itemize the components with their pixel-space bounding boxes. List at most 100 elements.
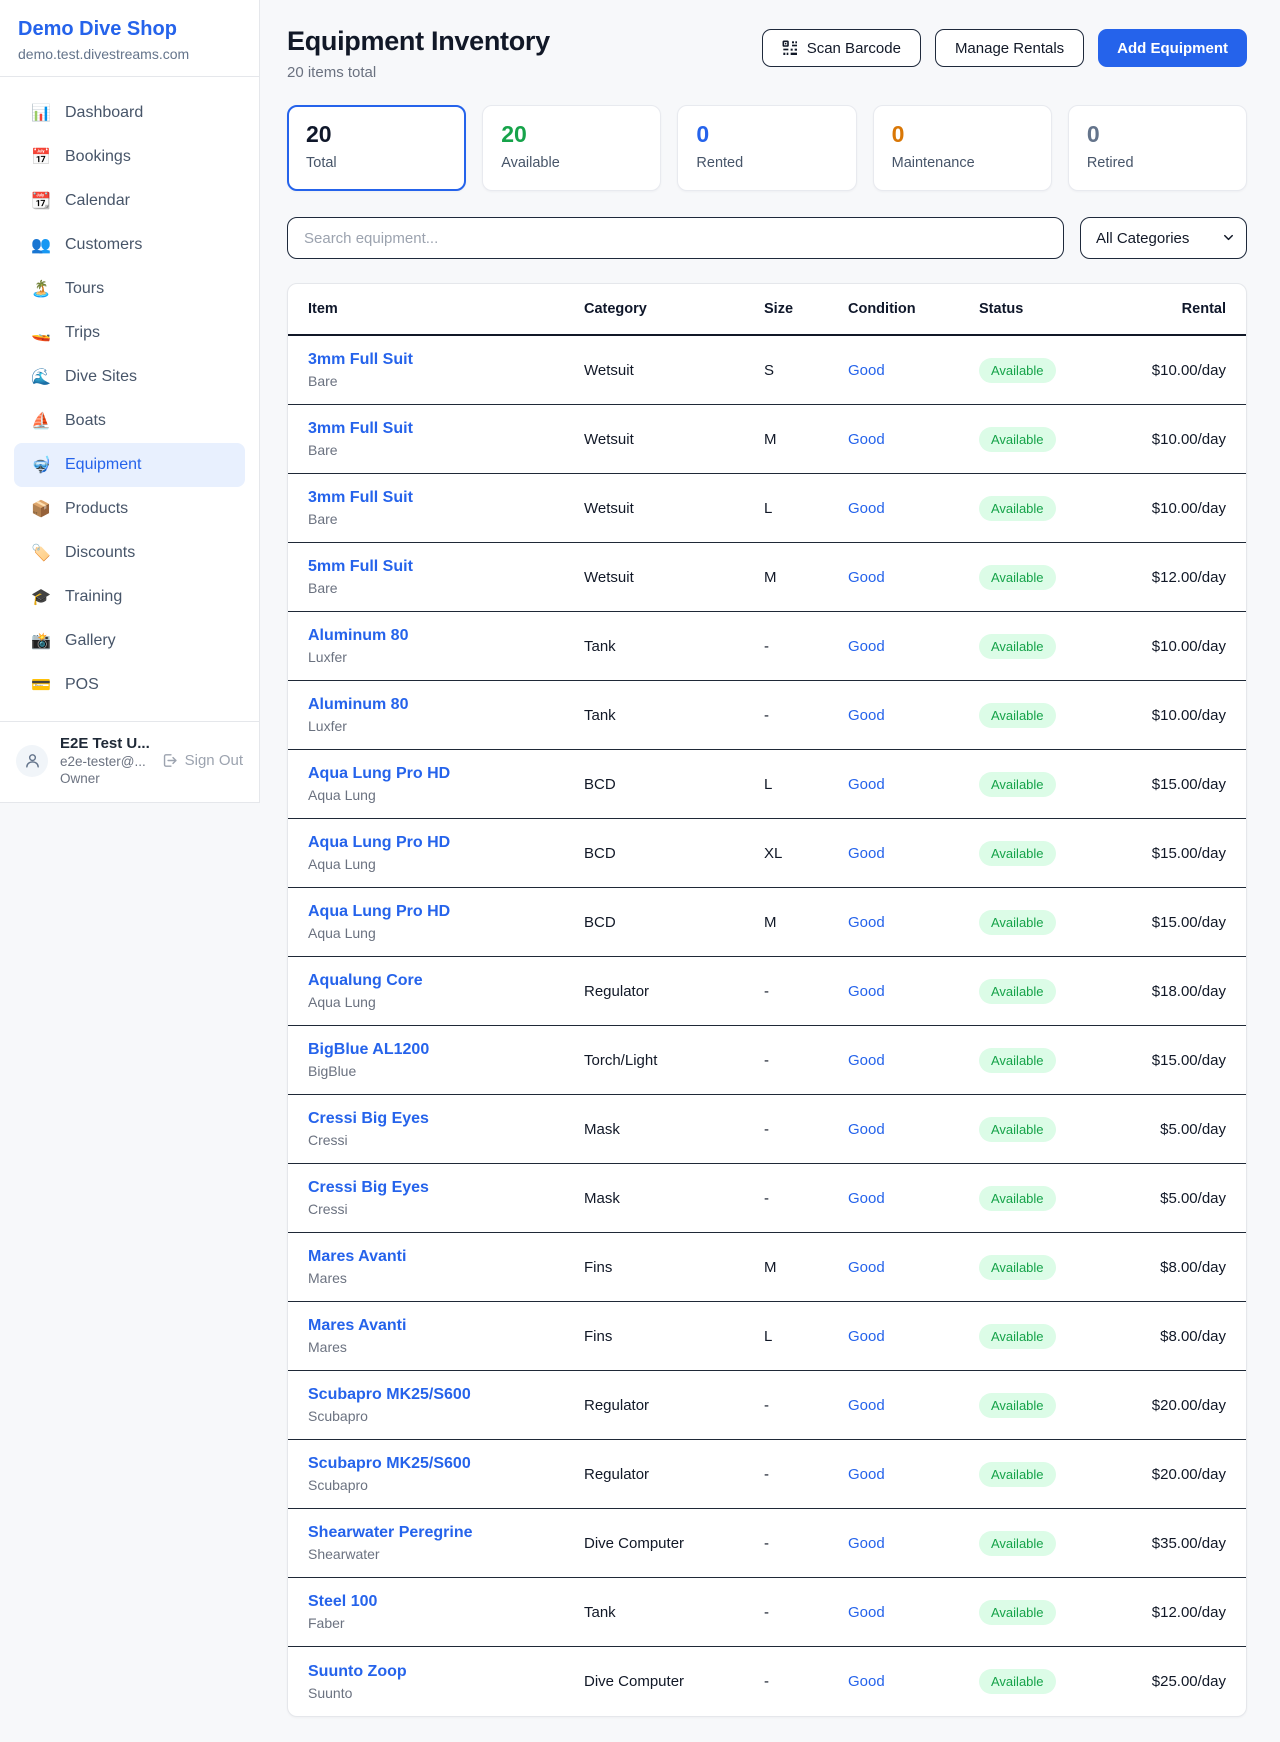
condition-link[interactable]: Good	[848, 1604, 885, 1621]
table-row[interactable]: 3mm Full SuitBareWetsuitSGoodAvailable$1…	[288, 336, 1246, 405]
table-row[interactable]: Suunto ZoopSuuntoDive Computer-GoodAvail…	[288, 1647, 1246, 1716]
sidebar-item-training[interactable]: 🎓 Training	[14, 575, 245, 619]
condition-link[interactable]: Good	[848, 845, 885, 862]
rental-cell: $12.00/day	[1086, 569, 1226, 586]
sidebar-item-dashboard[interactable]: 📊Dashboard	[14, 91, 245, 135]
column-header-condition: Condition	[848, 301, 979, 317]
package-icon: 📦	[30, 499, 52, 519]
condition-link[interactable]: Good	[848, 1052, 885, 1069]
sidebar-item-trips[interactable]: 🚤Trips	[14, 311, 245, 355]
item-link[interactable]: 5mm Full Suit	[308, 558, 413, 575]
stat-card-available[interactable]: 20Available	[482, 105, 661, 191]
sidebar-item-tours[interactable]: 🏝️Tours	[14, 267, 245, 311]
search-input[interactable]	[287, 217, 1064, 259]
item-link[interactable]: 3mm Full Suit	[308, 420, 413, 437]
sidebar-item-dive-sites[interactable]: 🌊Dive Sites	[14, 355, 245, 399]
condition-link[interactable]: Good	[848, 1535, 885, 1552]
stat-card-retired[interactable]: 0Retired	[1068, 105, 1247, 191]
scan-barcode-button[interactable]: Scan Barcode	[762, 29, 921, 67]
page-title: Equipment Inventory	[287, 26, 550, 57]
item-link[interactable]: Aluminum 80	[308, 696, 408, 713]
category-cell: Wetsuit	[584, 362, 764, 379]
item-link[interactable]: Aqualung Core	[308, 972, 423, 989]
category-select[interactable]: All Categories	[1080, 217, 1247, 259]
table-row[interactable]: Mares AvantiMaresFinsMGoodAvailable$8.00…	[288, 1233, 1246, 1302]
add-equipment-button[interactable]: Add Equipment	[1098, 29, 1247, 67]
item-link[interactable]: 3mm Full Suit	[308, 489, 413, 506]
item-link[interactable]: Scubapro MK25/S600	[308, 1386, 471, 1403]
table-row[interactable]: Aqua Lung Pro HDAqua LungBCDMGoodAvailab…	[288, 888, 1246, 957]
item-link[interactable]: Aqua Lung Pro HD	[308, 834, 450, 851]
grad-cap-icon: 🎓	[30, 587, 52, 607]
condition-link[interactable]: Good	[848, 1190, 885, 1207]
item-link[interactable]: Aqua Lung Pro HD	[308, 903, 450, 920]
brand-domain: demo.test.divestreams.com	[18, 46, 241, 62]
stat-value: 20	[501, 121, 642, 148]
sidebar-item-calendar[interactable]: 📆Calendar	[14, 179, 245, 223]
table-row[interactable]: Scubapro MK25/S600ScubaproRegulator-Good…	[288, 1440, 1246, 1509]
manage-rentals-button[interactable]: Manage Rentals	[935, 29, 1084, 67]
stat-card-maintenance[interactable]: 0Maintenance	[873, 105, 1052, 191]
table-row[interactable]: Mares AvantiMaresFinsLGoodAvailable$8.00…	[288, 1302, 1246, 1371]
table-row[interactable]: Aluminum 80LuxferTank-GoodAvailable$10.0…	[288, 612, 1246, 681]
size-cell: -	[764, 1397, 848, 1414]
table-row[interactable]: Aqualung CoreAqua LungRegulator-GoodAvai…	[288, 957, 1246, 1026]
condition-link[interactable]: Good	[848, 776, 885, 793]
sidebar-item-gallery[interactable]: 📸Gallery	[14, 619, 245, 663]
item-link[interactable]: Cressi Big Eyes	[308, 1179, 429, 1196]
item-link[interactable]: Cressi Big Eyes	[308, 1110, 429, 1127]
condition-link[interactable]: Good	[848, 1397, 885, 1414]
item-link[interactable]: Suunto Zoop	[308, 1663, 407, 1680]
item-link[interactable]: Mares Avanti	[308, 1317, 406, 1334]
condition-link[interactable]: Good	[848, 362, 885, 379]
sidebar-item-pos[interactable]: 💳POS	[14, 663, 245, 707]
item-link[interactable]: 3mm Full Suit	[308, 351, 413, 368]
condition-link[interactable]: Good	[848, 914, 885, 931]
condition-link[interactable]: Good	[848, 1121, 885, 1138]
table-row[interactable]: Cressi Big EyesCressiMask-GoodAvailable$…	[288, 1164, 1246, 1233]
table-row[interactable]: 5mm Full SuitBareWetsuitMGoodAvailable$1…	[288, 543, 1246, 612]
table-row[interactable]: Aqua Lung Pro HDAqua LungBCDLGoodAvailab…	[288, 750, 1246, 819]
table-row[interactable]: Aluminum 80LuxferTank-GoodAvailable$10.0…	[288, 681, 1246, 750]
condition-link[interactable]: Good	[848, 431, 885, 448]
sidebar-item-products[interactable]: 📦Products	[14, 487, 245, 531]
brand-title[interactable]: Demo Dive Shop	[18, 18, 241, 41]
condition-link[interactable]: Good	[848, 1259, 885, 1276]
table-row[interactable]: 3mm Full SuitBareWetsuitLGoodAvailable$1…	[288, 474, 1246, 543]
sidebar-item-label: Training	[65, 588, 122, 606]
item-link[interactable]: Mares Avanti	[308, 1248, 406, 1265]
sidebar-item-equipment[interactable]: 🤿Equipment	[14, 443, 245, 487]
condition-link[interactable]: Good	[848, 569, 885, 586]
table-row[interactable]: Steel 100FaberTank-GoodAvailable$12.00/d…	[288, 1578, 1246, 1647]
condition-link[interactable]: Good	[848, 707, 885, 724]
sidebar-item-customers[interactable]: 👥Customers	[14, 223, 245, 267]
sign-out-button[interactable]: Sign Out	[161, 752, 243, 769]
sidebar-item-boats[interactable]: ⛵Boats	[14, 399, 245, 443]
condition-link[interactable]: Good	[848, 500, 885, 517]
item-link[interactable]: Steel 100	[308, 1593, 377, 1610]
sidebar-item-discounts[interactable]: 🏷️Discounts	[14, 531, 245, 575]
condition-link[interactable]: Good	[848, 1466, 885, 1483]
item-link[interactable]: BigBlue AL1200	[308, 1041, 429, 1058]
stat-card-total[interactable]: 20Total	[287, 105, 466, 191]
item-link[interactable]: Scubapro MK25/S600	[308, 1455, 471, 1472]
condition-link[interactable]: Good	[848, 1673, 885, 1690]
condition-link[interactable]: Good	[848, 638, 885, 655]
stat-label: Total	[306, 155, 447, 171]
item-link[interactable]: Aqua Lung Pro HD	[308, 765, 450, 782]
column-header-size: Size	[764, 301, 848, 317]
size-cell: M	[764, 914, 848, 931]
status-badge: Available	[979, 1462, 1056, 1487]
item-link[interactable]: Shearwater Peregrine	[308, 1524, 473, 1541]
table-row[interactable]: Scubapro MK25/S600ScubaproRegulator-Good…	[288, 1371, 1246, 1440]
condition-link[interactable]: Good	[848, 1328, 885, 1345]
condition-link[interactable]: Good	[848, 983, 885, 1000]
table-row[interactable]: 3mm Full SuitBareWetsuitMGoodAvailable$1…	[288, 405, 1246, 474]
stat-card-rented[interactable]: 0Rented	[677, 105, 856, 191]
sidebar-item-bookings[interactable]: 📅Bookings	[14, 135, 245, 179]
table-row[interactable]: BigBlue AL1200BigBlueTorch/Light-GoodAva…	[288, 1026, 1246, 1095]
table-row[interactable]: Aqua Lung Pro HDAqua LungBCDXLGoodAvaila…	[288, 819, 1246, 888]
item-link[interactable]: Aluminum 80	[308, 627, 408, 644]
table-row[interactable]: Cressi Big EyesCressiMask-GoodAvailable$…	[288, 1095, 1246, 1164]
table-row[interactable]: Shearwater PeregrineShearwaterDive Compu…	[288, 1509, 1246, 1578]
